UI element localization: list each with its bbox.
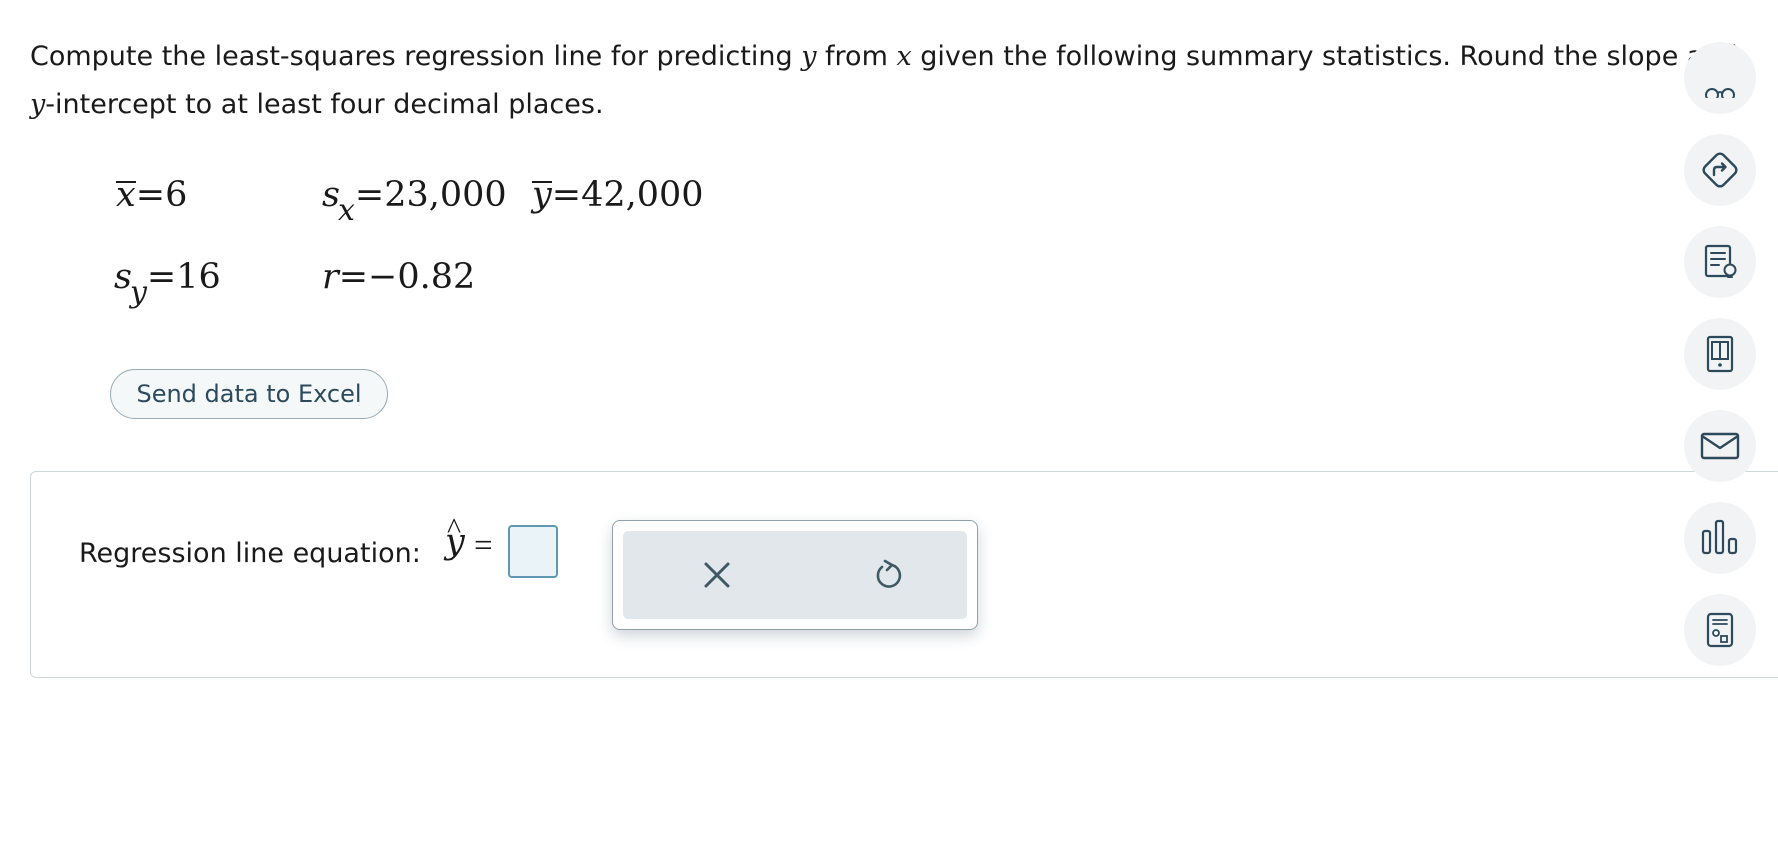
- stat-s-x: sx=23,000: [322, 175, 507, 228]
- stat-s-y-subscript: y: [129, 275, 147, 310]
- ebook-tool-button[interactable]: [1684, 318, 1756, 390]
- question-var-x: x: [896, 41, 912, 72]
- stat-r-symbol: r: [322, 257, 339, 297]
- stat-r: r=−0.82: [322, 257, 475, 297]
- question-var-y: y: [801, 41, 817, 72]
- stat-x-bar: x=6: [116, 175, 187, 215]
- stat-s-y: sy=16: [114, 257, 221, 310]
- stat-y-bar-value: =42,000: [551, 175, 704, 215]
- question-text: Compute the least-squares regression lin…: [30, 33, 1750, 129]
- action-toolbar: [612, 520, 978, 630]
- mail-icon: [1700, 432, 1740, 460]
- y-hat-symbol: ^ y: [445, 512, 465, 562]
- bar-chart-icon: [1701, 519, 1738, 555]
- undo-icon: [876, 559, 902, 588]
- stat-s-y-value: =16: [146, 257, 221, 297]
- answer-panel: Regression line equation: ^ y =: [30, 471, 1778, 678]
- clear-button[interactable]: [695, 553, 739, 597]
- question-part-2: from: [816, 41, 897, 72]
- hint-icon: [1704, 244, 1737, 278]
- send-data-to-excel-label: Send data to Excel: [136, 380, 362, 408]
- calculator-tool-button[interactable]: [1684, 594, 1756, 666]
- undo-button[interactable]: [867, 553, 911, 597]
- message-tool-button[interactable]: [1684, 410, 1756, 482]
- question-part-3: given the following summary statistics. …: [911, 41, 1738, 72]
- action-toolbar-inner: [623, 531, 967, 619]
- equals-sign: =: [474, 528, 493, 564]
- glasses-icon: [1705, 88, 1735, 98]
- stat-x-bar-symbol: x: [116, 175, 136, 215]
- question-part-4: -intercept to at least four decimal plac…: [45, 89, 604, 120]
- calculator-icon: [1706, 612, 1734, 648]
- stat-y-bar: y=42,000: [532, 175, 704, 215]
- close-icon: [704, 562, 730, 588]
- stat-x-bar-value: =6: [135, 175, 188, 215]
- question-var-y-2: y: [30, 89, 46, 120]
- directions-icon: [1702, 152, 1738, 188]
- stat-s-x-value: =23,000: [354, 175, 507, 215]
- stat-y-bar-symbol: y: [532, 175, 552, 215]
- hint-tool-button[interactable]: [1684, 226, 1756, 298]
- stat-r-value: =−0.82: [338, 257, 476, 297]
- regression-equation-label: Regression line equation:: [79, 538, 421, 569]
- equation-answer-input[interactable]: [508, 525, 558, 578]
- directions-tool-button[interactable]: [1684, 134, 1756, 206]
- accessibility-tool-button[interactable]: [1684, 42, 1756, 114]
- ebook-icon: [1706, 335, 1734, 373]
- send-data-to-excel-button[interactable]: Send data to Excel: [110, 369, 388, 419]
- hat-accent: ^: [447, 512, 462, 545]
- stat-s-x-subscript: x: [337, 193, 355, 228]
- data-chart-tool-button[interactable]: [1684, 502, 1756, 574]
- question-part-1: Compute the least-squares regression lin…: [30, 41, 802, 72]
